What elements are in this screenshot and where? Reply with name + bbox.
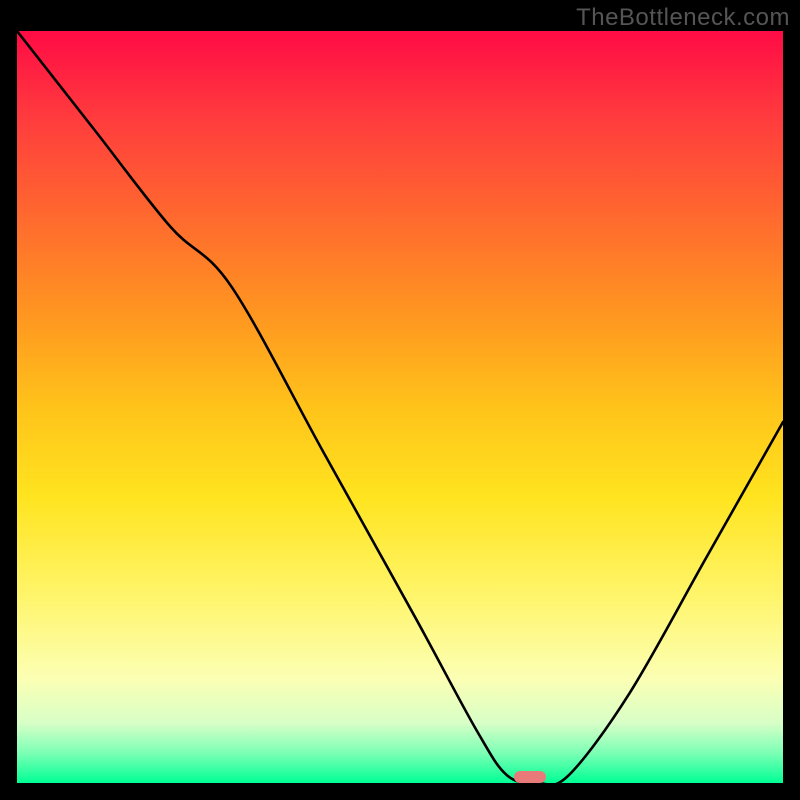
minimum-marker [514, 771, 546, 783]
chart-frame: TheBottleneck.com [0, 0, 800, 800]
plot-area [17, 31, 783, 783]
bottleneck-curve [17, 31, 783, 783]
watermark-text: TheBottleneck.com [576, 4, 790, 32]
